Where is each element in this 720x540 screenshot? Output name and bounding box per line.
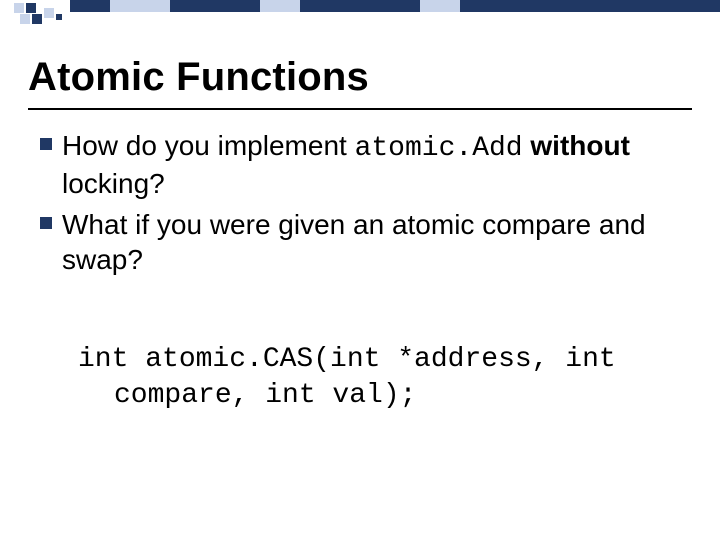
title-underline <box>28 108 692 110</box>
slide-body: How do you implement atomic.Add without … <box>40 128 690 283</box>
deco-bar <box>460 0 720 12</box>
bullet-item: How do you implement atomic.Add without … <box>40 128 690 201</box>
deco-square <box>32 14 42 24</box>
deco-bar <box>420 0 460 12</box>
deco-square <box>20 14 30 24</box>
deco-square <box>56 14 62 20</box>
deco-bar <box>110 0 170 12</box>
bold-run: without <box>530 130 630 161</box>
deco-square <box>14 3 24 13</box>
bullet-item: What if you were given an atomic compare… <box>40 207 690 277</box>
deco-bar <box>260 0 300 12</box>
bullet-icon <box>40 217 52 229</box>
text-run: locking? <box>62 168 165 199</box>
code-run: atomic.Add <box>355 133 523 164</box>
slide-title: Atomic Functions <box>28 55 369 100</box>
top-decoration <box>0 0 720 40</box>
bullet-text: What if you were given an atomic compare… <box>62 207 690 277</box>
text-run: What if you were given an atomic compare… <box>62 209 646 275</box>
deco-square <box>44 8 54 18</box>
bullet-text: How do you implement atomic.Add without … <box>62 128 690 201</box>
text-run: How do you implement <box>62 130 355 161</box>
code-line: int atomic.CAS(int *address, int <box>78 342 678 378</box>
slide: Atomic Functions How do you implement at… <box>0 0 720 540</box>
deco-square <box>26 3 36 13</box>
bullet-icon <box>40 138 52 150</box>
deco-bar <box>70 0 110 12</box>
deco-bar <box>170 0 260 12</box>
code-line: compare, int val); <box>78 378 678 414</box>
code-block: int atomic.CAS(int *address, int compare… <box>78 342 678 415</box>
deco-bar <box>300 0 420 12</box>
